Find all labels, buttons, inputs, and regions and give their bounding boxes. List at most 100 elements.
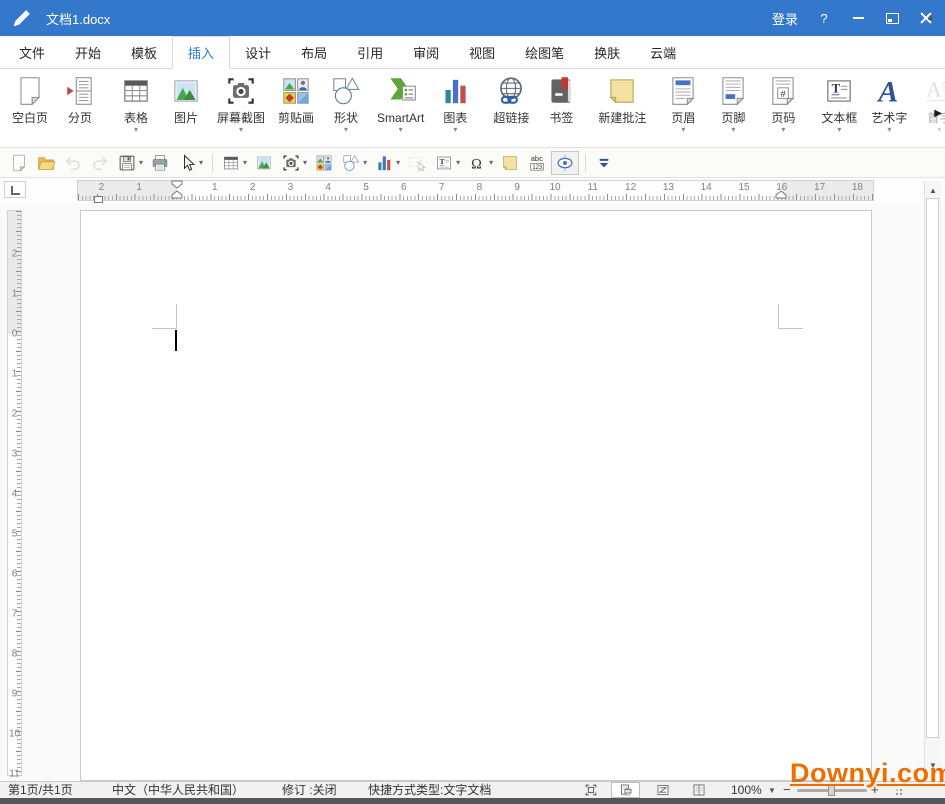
ribbon-item-shapes[interactable]: 形状▾ (321, 69, 371, 147)
ribbon-scroll-right-icon[interactable]: ▶ (934, 108, 942, 119)
zoom-level[interactable]: 100% (731, 783, 762, 798)
ribbon-item-label: 表格 (124, 111, 148, 125)
tab-文件[interactable]: 文件 (4, 36, 60, 68)
status-language[interactable]: 中文（中华人民共和国） (112, 783, 244, 798)
ribbon-item-new-comment[interactable]: 新建批注 (592, 69, 652, 147)
dropdown-arrow-icon: ▾ (781, 126, 785, 134)
document-page[interactable] (80, 210, 872, 781)
print-icon (150, 153, 170, 173)
ribbon-item-insert-table[interactable]: 表格▾ (111, 69, 161, 147)
ribbon-item-page-header[interactable]: 页眉▾ (658, 69, 708, 147)
toolbar-clipart-button[interactable] (311, 151, 337, 175)
hruler-number: 3 (288, 182, 294, 193)
minimize-icon (853, 17, 864, 19)
picture-icon (169, 74, 203, 108)
tab-审阅[interactable]: 审阅 (398, 36, 454, 68)
tab-stop-selector[interactable] (4, 181, 26, 198)
select-objects-icon (407, 153, 427, 173)
login-button[interactable]: 登录 (763, 0, 807, 36)
text-cursor (175, 330, 177, 351)
tab-云端[interactable]: 云端 (635, 36, 691, 68)
vruler-number: 1 (8, 289, 21, 300)
tab-换肤[interactable]: 换肤 (579, 36, 635, 68)
vruler-number: 1 (8, 369, 21, 380)
ribbon-item-hyperlink[interactable]: 超链接 (486, 69, 536, 147)
ribbon-item-page-break[interactable]: 分页 (55, 69, 105, 147)
collapse-ribbon-icon[interactable]: ▲ (926, 12, 935, 22)
ribbon-item-screenshot[interactable]: 屏幕截图▾ (211, 69, 271, 147)
columns-view-icon (692, 783, 706, 797)
status-doc-type[interactable]: 快捷方式类型:文字文档 (368, 783, 491, 798)
zoom-dropdown-icon[interactable]: ▼ (768, 786, 776, 795)
ribbon-item-wordart[interactable]: A艺术字▾ (864, 69, 914, 147)
toolbar-picture-button[interactable] (251, 151, 277, 175)
maximize-button[interactable] (875, 0, 909, 36)
ribbon-item-chart[interactable]: 图表▾ (430, 69, 480, 147)
vruler-number: 0 (8, 329, 21, 340)
tab-视图[interactable]: 视图 (454, 36, 510, 68)
ribbon-item-label: 页码 (771, 111, 795, 125)
toolbar-save-button[interactable]: ▾ (114, 151, 146, 175)
ribbon-item-clipart[interactable]: 剪贴画 (271, 69, 321, 147)
ribbon-item-text-box[interactable]: T文本框▾ (814, 69, 864, 147)
toolbar-chart-button[interactable]: ▾ (371, 151, 403, 175)
toolbar-symbol-omega-button[interactable]: Ω▾ (464, 151, 496, 175)
wordart-icon: A (872, 74, 906, 108)
vertical-scrollbar[interactable]: ▲ ▼ (924, 181, 941, 774)
ribbon-item-blank-page[interactable]: 空白页 (5, 69, 55, 147)
watermark: Downyi.com (790, 758, 945, 789)
dropdown-arrow-icon: ▾ (731, 126, 735, 134)
hruler-number: 5 (363, 182, 369, 193)
tab-引用[interactable]: 引用 (342, 36, 398, 68)
hruler-number: 14 (701, 182, 712, 193)
toolbar-open-folder-button[interactable] (33, 151, 59, 175)
toolbar-shapes-button[interactable]: ▾ (338, 151, 370, 175)
help-button[interactable]: ? (807, 0, 841, 36)
toolbar-print-button[interactable] (147, 151, 173, 175)
tab-绘图笔[interactable]: 绘图笔 (510, 36, 579, 68)
status-page-info[interactable]: 第1页/共1页 (8, 783, 73, 798)
shapes-icon (341, 153, 361, 173)
left-indent-marker[interactable] (94, 196, 103, 203)
horizontal-ruler[interactable]: 21123456789101112131415161718 (77, 180, 874, 201)
dropdown-arrow-icon: ▾ (399, 126, 403, 134)
vruler-number: 8 (8, 649, 21, 660)
scroll-up-icon[interactable]: ▲ (925, 182, 941, 198)
toolbar-preview-button[interactable] (551, 151, 579, 175)
view-mode-fit-page-button[interactable] (576, 782, 605, 798)
toolbar-text-box-button[interactable]: T▾ (431, 151, 463, 175)
toolbar-select-cursor-button[interactable]: ▾ (174, 151, 206, 175)
insert-table-icon (221, 153, 241, 173)
ribbon-item-bookmark[interactable]: 书签 (536, 69, 586, 147)
status-revision[interactable]: 修订 :关闭 (282, 783, 337, 798)
document-title: 文档1.docx (46, 9, 110, 28)
scrollbar-thumb[interactable] (926, 198, 939, 738)
toolbar-new-document-button[interactable] (6, 151, 32, 175)
dropdown-arrow-icon: ▾ (681, 126, 685, 134)
svg-text:123: 123 (532, 164, 543, 170)
svg-text:A: A (877, 76, 899, 108)
tab-设计[interactable]: 设计 (230, 36, 286, 68)
ribbon-item-smartart[interactable]: SmartArt▾ (371, 69, 430, 147)
tab-插入[interactable]: 插入 (172, 36, 230, 69)
toolbar-new-comment-button[interactable] (497, 151, 523, 175)
ribbon-item-label: 页眉 (671, 111, 695, 125)
tab-模板[interactable]: 模板 (116, 36, 172, 68)
ribbon-item-picture[interactable]: 图片 (161, 69, 211, 147)
toolbar-insert-table-button[interactable]: ▾ (218, 151, 250, 175)
ribbon-item-page-number[interactable]: #页码▾ (758, 69, 808, 147)
view-mode-print-layout-button[interactable] (611, 782, 640, 798)
toolbar-more-tools-button[interactable] (591, 151, 617, 175)
indent-markers[interactable] (170, 180, 184, 200)
tab-布局[interactable]: 布局 (286, 36, 342, 68)
view-mode-columns-view-button[interactable] (684, 782, 713, 798)
vruler-number: 6 (8, 569, 21, 580)
tab-开始[interactable]: 开始 (60, 36, 116, 68)
vertical-ruler[interactable]: 2101234567891011 (7, 210, 22, 776)
hruler-number: 2 (250, 182, 256, 193)
toolbar-screenshot-button[interactable]: ▾ (278, 151, 310, 175)
ribbon-item-page-footer[interactable]: 页脚▾ (708, 69, 758, 147)
view-mode-web-layout-button[interactable] (648, 782, 677, 798)
toolbar-number-format-button[interactable]: abc123 (524, 151, 550, 175)
minimize-button[interactable] (841, 0, 875, 36)
